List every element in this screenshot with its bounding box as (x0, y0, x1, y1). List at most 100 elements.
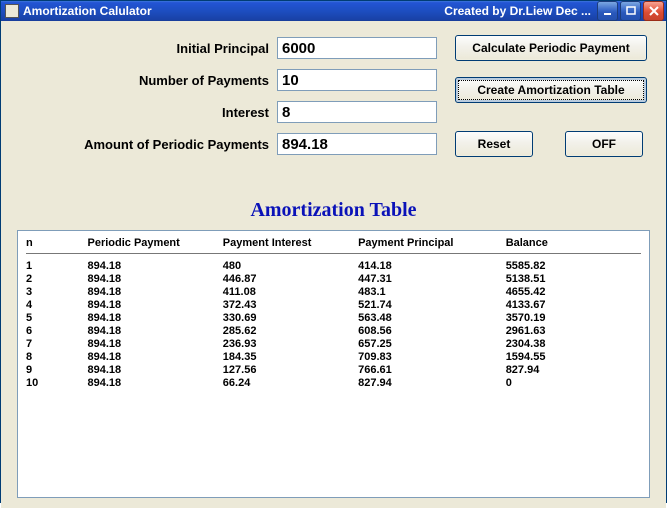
table-header-row: n Periodic Payment Payment Interest Paym… (26, 235, 641, 254)
cell-interest: 372.43 (223, 299, 358, 312)
periodic-amount-input[interactable] (277, 133, 437, 155)
cell-balance: 2304.38 (506, 338, 641, 351)
cell-periodic: 894.18 (88, 325, 223, 338)
cell-interest: 66.24 (223, 377, 358, 390)
cell-interest: 411.08 (223, 286, 358, 299)
table-title: Amortization Table (17, 199, 650, 222)
table-panel: n Periodic Payment Payment Interest Paym… (17, 230, 650, 498)
app-icon (5, 4, 19, 18)
calculate-button[interactable]: Calculate Periodic Payment (455, 35, 647, 61)
cell-interest: 285.62 (223, 325, 358, 338)
amortization-table: n Periodic Payment Payment Interest Paym… (26, 235, 641, 390)
initial-principal-input[interactable] (277, 37, 437, 59)
cell-n: 10 (26, 377, 88, 390)
cell-balance: 1594.55 (506, 351, 641, 364)
cell-balance: 0 (506, 377, 641, 390)
window-credit: Created by Dr.Liew Dec ... (444, 4, 591, 18)
cell-balance: 5585.82 (506, 254, 641, 273)
num-payments-input[interactable] (277, 69, 437, 91)
num-payments-label: Number of Payments (17, 73, 277, 88)
form-area: Initial Principal Number of Payments Int… (17, 35, 650, 195)
table-row: 3894.18411.08483.14655.42 (26, 286, 641, 299)
titlebar: Amortization Calulator Created by Dr.Lie… (1, 1, 666, 21)
off-button[interactable]: OFF (565, 131, 643, 157)
cell-balance: 827.94 (506, 364, 641, 377)
table-row: 1894.18480414.185585.82 (26, 254, 641, 273)
table-row: 4894.18372.43521.744133.67 (26, 299, 641, 312)
cell-periodic: 894.18 (88, 377, 223, 390)
table-body: 1894.18480414.185585.822894.18446.87447.… (26, 254, 641, 390)
periodic-amount-label: Amount of Periodic Payments (17, 137, 277, 152)
close-button[interactable] (643, 1, 664, 21)
button-column: Calculate Periodic Payment Create Amorti… (455, 35, 655, 157)
cell-periodic: 894.18 (88, 351, 223, 364)
create-table-button[interactable]: Create Amortization Table (455, 77, 647, 103)
cell-balance: 5138.51 (506, 273, 641, 286)
cell-n: 9 (26, 364, 88, 377)
table-row: 6894.18285.62608.562961.63 (26, 325, 641, 338)
table-row: 9894.18127.56766.61827.94 (26, 364, 641, 377)
cell-periodic: 894.18 (88, 299, 223, 312)
maximize-icon (626, 6, 636, 16)
interest-label: Interest (17, 105, 277, 120)
col-header-principal: Payment Principal (358, 235, 506, 254)
cell-n: 7 (26, 338, 88, 351)
cell-interest: 446.87 (223, 273, 358, 286)
cell-principal: 447.31 (358, 273, 506, 286)
col-header-n: n (26, 235, 88, 254)
table-row: 7894.18236.93657.252304.38 (26, 338, 641, 351)
cell-n: 8 (26, 351, 88, 364)
cell-n: 2 (26, 273, 88, 286)
cell-n: 1 (26, 254, 88, 273)
cell-principal: 766.61 (358, 364, 506, 377)
close-icon (649, 6, 659, 16)
window-title: Amortization Calulator (23, 4, 152, 18)
cell-periodic: 894.18 (88, 286, 223, 299)
window-controls (597, 1, 664, 21)
table-row: 5894.18330.69563.483570.19 (26, 312, 641, 325)
cell-balance: 4655.42 (506, 286, 641, 299)
cell-interest: 184.35 (223, 351, 358, 364)
col-header-balance: Balance (506, 235, 641, 254)
cell-interest: 480 (223, 254, 358, 273)
minimize-button[interactable] (597, 1, 618, 21)
minimize-icon (603, 6, 613, 16)
cell-principal: 563.48 (358, 312, 506, 325)
table-row: 2894.18446.87447.315138.51 (26, 273, 641, 286)
cell-principal: 483.1 (358, 286, 506, 299)
field-interest: Interest (17, 101, 437, 123)
field-periodic-amount: Amount of Periodic Payments (17, 133, 437, 155)
cell-principal: 709.83 (358, 351, 506, 364)
app-window: Amortization Calulator Created by Dr.Lie… (0, 0, 667, 503)
cell-periodic: 894.18 (88, 273, 223, 286)
cell-balance: 2961.63 (506, 325, 641, 338)
cell-interest: 127.56 (223, 364, 358, 377)
cell-principal: 521.74 (358, 299, 506, 312)
maximize-button[interactable] (620, 1, 641, 21)
interest-input[interactable] (277, 101, 437, 123)
cell-balance: 4133.67 (506, 299, 641, 312)
cell-n: 3 (26, 286, 88, 299)
cell-balance: 3570.19 (506, 312, 641, 325)
cell-n: 5 (26, 312, 88, 325)
cell-principal: 657.25 (358, 338, 506, 351)
cell-n: 6 (26, 325, 88, 338)
cell-periodic: 894.18 (88, 254, 223, 273)
col-header-interest: Payment Interest (223, 235, 358, 254)
cell-interest: 236.93 (223, 338, 358, 351)
cell-principal: 608.56 (358, 325, 506, 338)
col-header-periodic: Periodic Payment (88, 235, 223, 254)
initial-principal-label: Initial Principal (17, 41, 277, 56)
field-num-payments: Number of Payments (17, 69, 437, 91)
cell-periodic: 894.18 (88, 364, 223, 377)
field-initial-principal: Initial Principal (17, 37, 437, 59)
reset-button[interactable]: Reset (455, 131, 533, 157)
cell-n: 4 (26, 299, 88, 312)
cell-periodic: 894.18 (88, 312, 223, 325)
cell-periodic: 894.18 (88, 338, 223, 351)
cell-principal: 414.18 (358, 254, 506, 273)
table-row: 8894.18184.35709.831594.55 (26, 351, 641, 364)
table-row: 10894.1866.24827.940 (26, 377, 641, 390)
cell-interest: 330.69 (223, 312, 358, 325)
client-area: Initial Principal Number of Payments Int… (1, 21, 666, 508)
